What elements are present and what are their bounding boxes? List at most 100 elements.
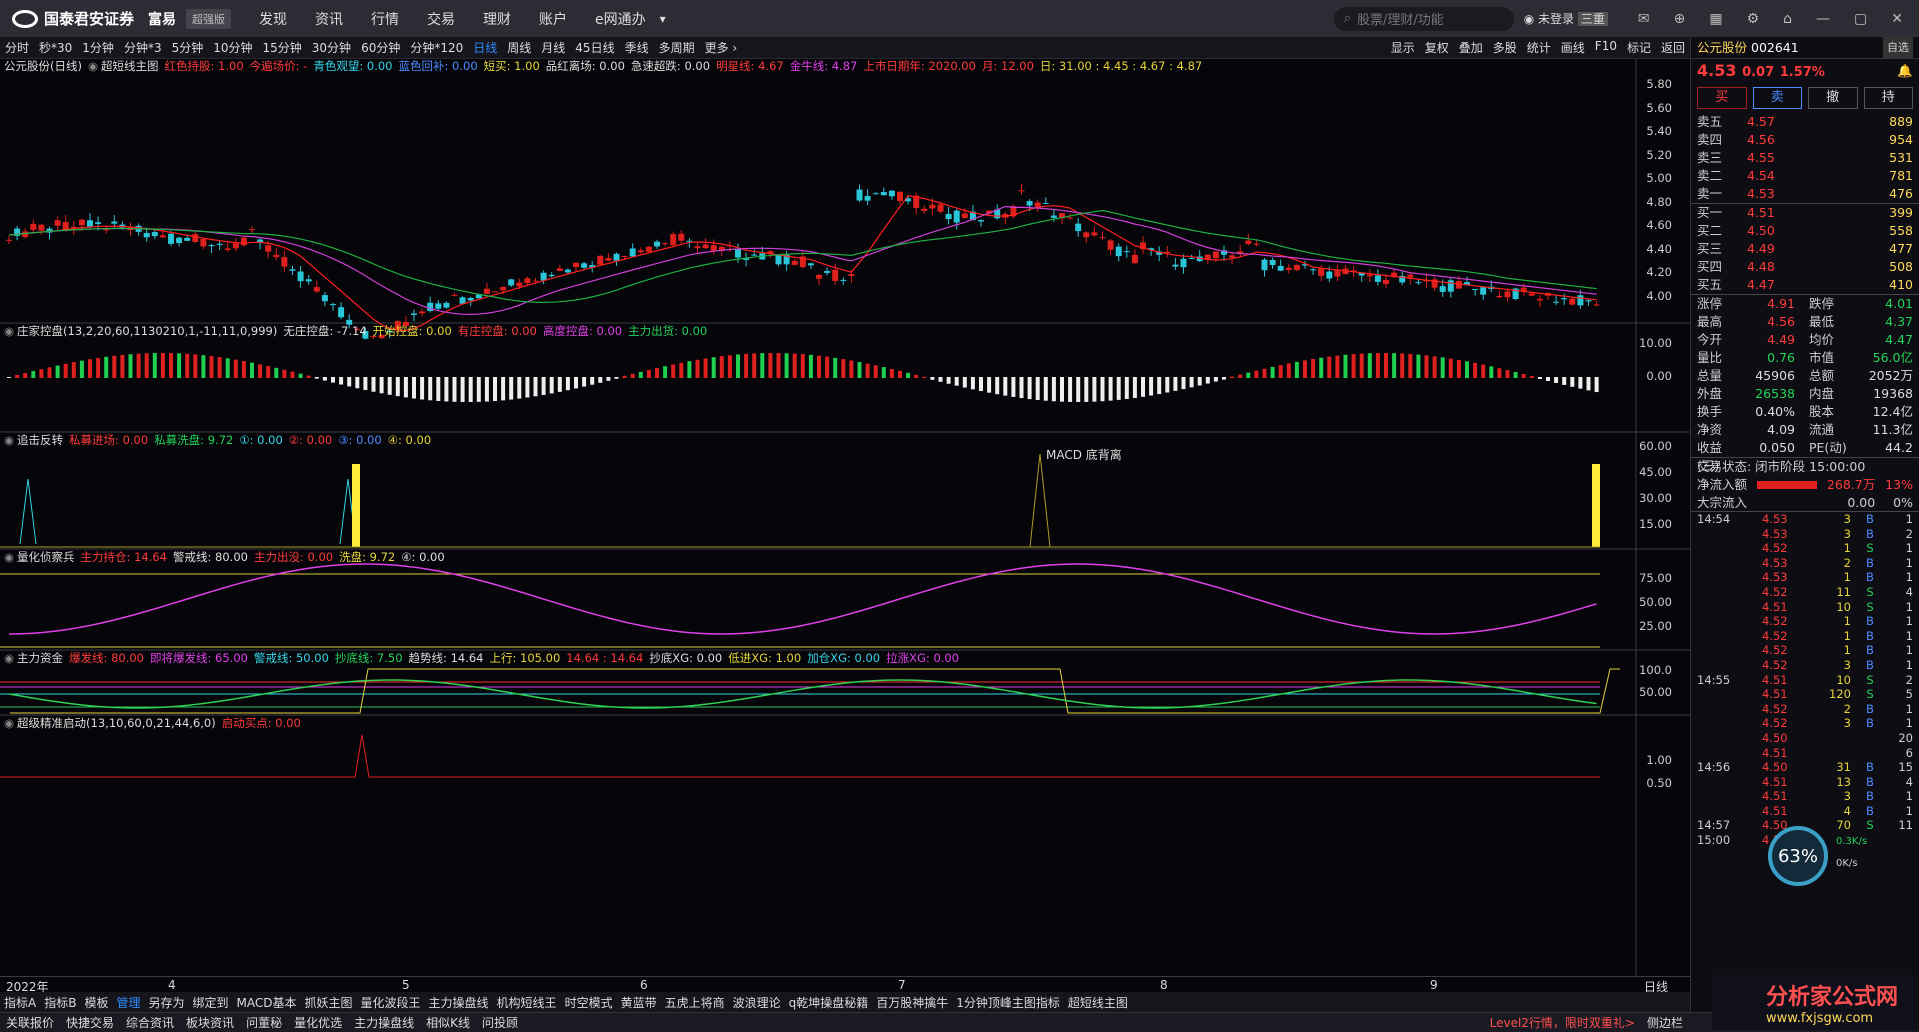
book-row[interactable]: 买三 4.49 477 [1691,240,1919,258]
nav-1[interactable]: 资讯 [301,9,357,29]
tf-13[interactable]: 45日线 [570,39,619,56]
bottom-tab[interactable]: 关联报价 [0,1014,60,1031]
bottom-right-link[interactable]: 侧边栏 [1641,1014,1689,1031]
book-row[interactable]: 卖四 4.56 954 [1691,131,1919,149]
bottom-tab[interactable]: 问董秘 [240,1014,288,1031]
shirt-icon[interactable]: ⌂ [1783,11,1792,27]
indicator-tab[interactable]: 指标B [40,994,80,1011]
tf-16[interactable]: 更多 › [700,39,743,56]
indicator-tab[interactable]: q乾坤操盘秘籍 [785,994,873,1011]
chart-canvas[interactable]: MACD 底背离 [0,59,1690,976]
tf-7[interactable]: 30分钟 [307,39,356,56]
tf-6[interactable]: 15分钟 [258,39,307,56]
indicator-tab[interactable]: 绑定到 [189,994,233,1011]
indicator-tab[interactable]: 黄蓝带 [617,994,661,1011]
bottom-tab[interactable]: 板块资讯 [180,1014,240,1031]
bell-icon[interactable]: 🔔 [1897,59,1913,83]
trade-button[interactable]: 持 [1863,87,1913,109]
trade-button[interactable]: 买 [1697,87,1747,109]
chart-area[interactable]: MACD 底背离 公元股份(日线) ◉ 超短线主图 红色持股: 1.00 今遍场价: -… [0,59,1690,976]
indicator-tab[interactable]: 模板 [80,994,112,1011]
panel-toggle-icon[interactable]: ◉ [4,433,14,447]
indicator-tab[interactable]: 机构短线王 [493,994,561,1011]
lock-icon[interactable]: ⊕ [1674,11,1686,27]
panel-toggle-icon[interactable]: ◉ [4,651,14,665]
tf-0[interactable]: 分时 [0,39,34,56]
indicator-tab[interactable]: 主力操盘线 [425,994,493,1011]
bottom-tab[interactable]: 相似K线 [420,1014,476,1031]
tf-3[interactable]: 分钟*3 [119,39,167,56]
indicator-tab[interactable]: 指标A [0,994,40,1011]
indicator-tab[interactable]: 量化波段王 [357,994,425,1011]
tf-1[interactable]: 秒*30 [34,39,77,56]
indicator-tab[interactable]: 时空模式 [561,994,617,1011]
tool-5[interactable]: 画线 [1556,39,1590,56]
indicator-tab[interactable]: 五虎上将商 [661,994,729,1011]
tf-10[interactable]: 日线 [468,39,502,56]
mail-icon[interactable]: ✉ [1638,11,1650,27]
book-row[interactable]: 卖二 4.54 781 [1691,167,1919,185]
nav-6[interactable]: e网通办 [581,9,660,29]
tool-7[interactable]: 标记 [1622,39,1656,56]
tf-11[interactable]: 周线 [502,39,536,56]
minimize-icon[interactable]: — [1816,11,1830,27]
tf-12[interactable]: 月线 [536,39,570,56]
tool-4[interactable]: 统计 [1522,39,1556,56]
indicator-tab[interactable]: 波浪理论 [729,994,785,1011]
trade-button[interactable]: 撤 [1808,87,1858,109]
edition-badge[interactable]: 超强版 [186,8,232,29]
tool-8[interactable]: 返回 [1656,39,1690,56]
grid-icon[interactable]: ▦ [1709,11,1722,27]
tf-2[interactable]: 1分钟 [77,39,119,56]
nav-5[interactable]: 账户 [525,9,581,29]
indicator-tab[interactable]: 百万股神擒牛 [872,994,952,1011]
nav-0[interactable]: 发现 [245,9,301,29]
tool-0[interactable]: 显示 [1386,39,1420,56]
indicator-tab[interactable]: 管理 [112,994,144,1011]
maximize-icon[interactable]: ▢ [1854,11,1867,27]
tf-8[interactable]: 60分钟 [356,39,405,56]
tool-1[interactable]: 复权 [1420,39,1454,56]
bottom-right-link[interactable]: Level2行情，限时双重礼> [1484,1014,1641,1031]
book-row[interactable]: 卖五 4.57 889 [1691,113,1919,131]
login-button[interactable]: ◉ 未登录 三重 [1524,10,1608,27]
bottom-tab[interactable]: 问投顾 [476,1014,524,1031]
panel-toggle-icon[interactable]: ◉ [4,324,14,338]
book-row[interactable]: 卖三 4.55 531 [1691,149,1919,167]
watchlist-button[interactable]: 自选 [1883,37,1913,58]
nav-2[interactable]: 行情 [357,9,413,29]
indicator-tab[interactable]: 1分钟顶峰主图指标 [952,994,1064,1011]
tf-5[interactable]: 10分钟 [208,39,257,56]
panel-toggle-icon[interactable]: ◉ [4,550,14,564]
book-row[interactable]: 卖一 4.53 476 [1691,185,1919,203]
tool-3[interactable]: 多股 [1488,39,1522,56]
bottom-tab[interactable]: 量化优选 [288,1014,348,1031]
tf-14[interactable]: 季线 [620,39,654,56]
book-row[interactable]: 买二 4.50 558 [1691,222,1919,240]
bottom-tab[interactable]: 综合资讯 [120,1014,180,1031]
bottom-tab[interactable]: 主力操盘线 [348,1014,420,1031]
book-row[interactable]: 买五 4.47 410 [1691,276,1919,294]
gear-icon[interactable]: ⚙ [1747,11,1760,27]
tf-15[interactable]: 多周期 [654,39,700,56]
nav-3[interactable]: 交易 [413,9,469,29]
tf-9[interactable]: 分钟*120 [405,39,468,56]
indicator-tab[interactable]: 抓妖主图 [301,994,357,1011]
tick-price: 4.53 [1762,555,1788,570]
trade-button[interactable]: 卖 [1752,87,1802,109]
bottom-tab[interactable]: 快捷交易 [60,1014,120,1031]
close-icon[interactable]: ✕ [1891,11,1903,27]
tool-6[interactable]: F10 [1590,39,1622,56]
indicator-tab[interactable]: 另存为 [144,994,188,1011]
indicator-tab[interactable]: 超短线主图 [1064,994,1132,1011]
tool-2[interactable]: 叠加 [1454,39,1488,56]
panel-toggle-icon[interactable]: ◉ [88,59,98,73]
indicator-tab[interactable]: MACD基本 [233,994,301,1011]
book-row[interactable]: 买四 4.48 508 [1691,258,1919,276]
tf-4[interactable]: 5分钟 [167,39,209,56]
search-input[interactable]: ⌕ 股票/理财/功能 [1333,6,1514,31]
nav-dropdown-icon[interactable]: ▾ [660,12,666,26]
panel-toggle-icon[interactable]: ◉ [4,716,14,730]
nav-4[interactable]: 理财 [469,9,525,29]
book-row[interactable]: 买一 4.51 399 [1691,204,1919,222]
